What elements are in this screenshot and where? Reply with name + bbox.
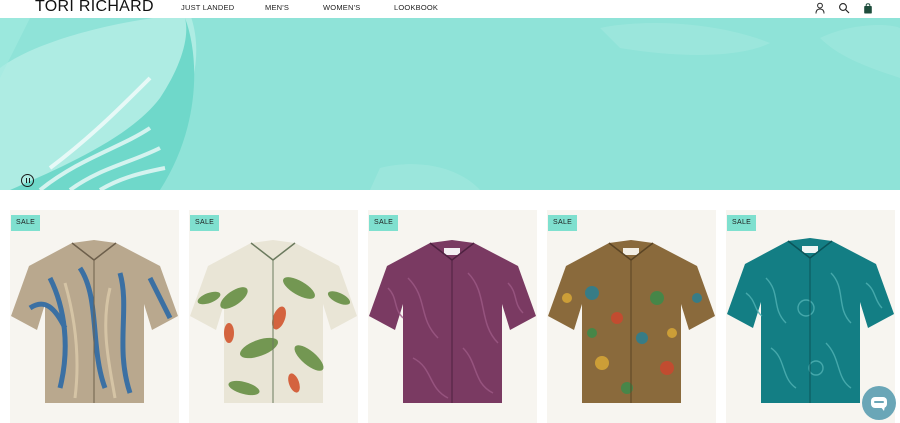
- shirt-image[interactable]: [726, 238, 895, 408]
- pause-icon[interactable]: [21, 174, 34, 187]
- shirt-image[interactable]: [10, 238, 179, 408]
- chat-icon[interactable]: [862, 386, 896, 420]
- nav-womens[interactable]: WOMEN'S: [323, 3, 360, 12]
- product-card[interactable]: SALE: [189, 210, 358, 423]
- nav-lookbook[interactable]: LOOKBOOK: [394, 3, 438, 12]
- product-card[interactable]: SALE: [547, 210, 716, 423]
- hero-tropical-leaf-graphic: [0, 18, 900, 190]
- sale-badge: SALE: [369, 215, 399, 231]
- nav-just-landed[interactable]: JUST LANDED: [181, 3, 234, 12]
- sale-badge: SALE: [548, 215, 578, 231]
- shirt-image[interactable]: [547, 238, 716, 408]
- shirt-image[interactable]: [189, 238, 358, 408]
- product-grid: SALE SALE SALE SALE SALE: [0, 210, 900, 423]
- sale-badge: SALE: [11, 215, 41, 231]
- bag-icon[interactable]: [862, 2, 874, 14]
- top-nav-bar: TORI RICHARD JUST LANDED MEN'S WOMEN'S L…: [0, 0, 900, 18]
- brand-logo[interactable]: TORI RICHARD: [35, 0, 154, 16]
- shirt-image[interactable]: [368, 238, 537, 408]
- sale-badge: SALE: [727, 215, 757, 231]
- nav-mens[interactable]: MEN'S: [265, 3, 289, 12]
- sale-badge: SALE: [190, 215, 220, 231]
- product-card[interactable]: SALE: [368, 210, 537, 423]
- search-icon[interactable]: [838, 2, 850, 14]
- product-card[interactable]: SALE: [10, 210, 179, 423]
- account-icon[interactable]: [814, 2, 826, 14]
- hero-banner: [0, 18, 900, 190]
